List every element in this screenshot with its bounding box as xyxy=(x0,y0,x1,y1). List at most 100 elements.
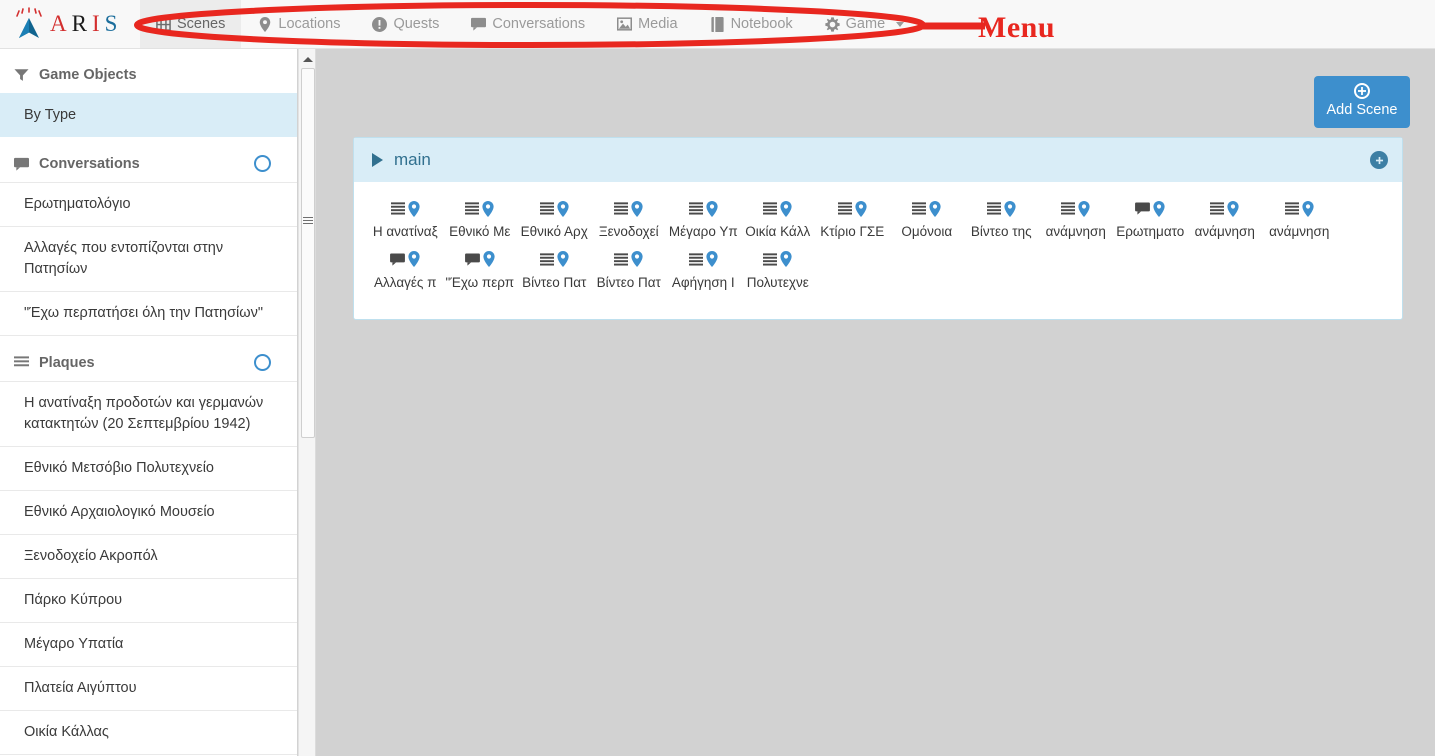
scene-item-label: Εθνικό Με xyxy=(449,224,511,239)
add-scene-item-button[interactable] xyxy=(1370,151,1388,169)
map-pin-icon xyxy=(1078,200,1090,220)
scene-item-label: Κτίριο ΓΣΕ xyxy=(820,224,885,239)
sidebar-heading-label: Plaques xyxy=(39,354,95,371)
map-pin-icon xyxy=(706,200,718,220)
scene-item[interactable]: Αλλαγές π xyxy=(368,245,443,296)
map-pin-icon xyxy=(855,200,867,220)
scene-item-label: Βίντεο Πατ xyxy=(522,274,587,290)
scene-item[interactable]: Πολυτεχνε xyxy=(741,245,816,296)
app-logo[interactable]: ARIS xyxy=(0,0,140,48)
scene-item[interactable]: Οικία Κάλλ xyxy=(741,194,816,245)
scene-item-label: "Έχω περπ xyxy=(445,274,515,290)
plaque-icon xyxy=(1210,202,1225,218)
map-pin-icon xyxy=(631,251,643,270)
menu-item-conversations[interactable]: Conversations xyxy=(455,0,601,48)
scene-item-icons xyxy=(594,251,665,271)
scene-item[interactable]: ανάμνηση xyxy=(1188,194,1263,245)
scene-item[interactable]: Ερωτηματο xyxy=(1113,194,1188,245)
sidebar-item-by-type[interactable]: By Type xyxy=(0,93,297,138)
logo-letter-a: A xyxy=(50,11,72,36)
menu-item-game[interactable]: Game xyxy=(809,0,921,48)
add-conversation-button[interactable] xyxy=(254,155,271,173)
scene-item[interactable]: Εθνικό Αρχ xyxy=(517,194,592,245)
list-item[interactable]: Πλατεία Αιγύπτου xyxy=(0,666,297,710)
list-item[interactable]: Εθνικό Αρχαιολογικό Μουσείο xyxy=(0,490,297,534)
plaque-icon xyxy=(763,202,778,218)
scene-item-icons xyxy=(519,200,590,220)
grip-lines-icon xyxy=(303,217,313,228)
list-item[interactable]: Ξενοδοχείο Ακροπόλ xyxy=(0,534,297,578)
scene-item[interactable]: Η ανατίναξ xyxy=(368,194,443,245)
list-item[interactable]: Ερωτηματολόγιο xyxy=(0,182,297,226)
scene-item-icons xyxy=(743,251,814,271)
scene-items-grid: Η ανατίναξ Εθνικό Με Εθνικό Αρχ Ξενοδοχεί Μέ… xyxy=(354,182,1402,319)
scene-item-label: Ξενοδοχεί xyxy=(598,224,659,239)
plaque-icon xyxy=(614,202,629,218)
compass-arrow-icon xyxy=(12,7,46,41)
scene-item-label: Οικία Κάλλ xyxy=(745,224,811,239)
sidebar-heading-game-objects: Game Objects xyxy=(0,49,297,93)
menu-item-scenes[interactable]: Scenes xyxy=(140,0,242,48)
gear-icon xyxy=(825,16,840,32)
scene-item[interactable]: "Έχω περπ xyxy=(443,245,518,296)
top-navigation-bar: ARIS Scenes Locations Quests Conversatio… xyxy=(0,0,1435,49)
scene-item-label: Μέγαρο Υπ xyxy=(668,224,738,239)
scene-item[interactable]: Βίντεο της xyxy=(964,194,1039,245)
main-canvas: Add Scene main Η ανατίναξ Εθνικό Με Εθνικό… xyxy=(318,49,1435,756)
scene-item-label: Ερωτηματο xyxy=(1116,224,1185,239)
list-item[interactable]: Η ανατίναξη προδοτών και γερμανών κατακτ… xyxy=(0,381,297,446)
list-item[interactable]: "Έχω περπατήσει όλη την Πατησίων" xyxy=(0,291,297,337)
triangle-right-icon[interactable] xyxy=(372,153,383,167)
list-item[interactable]: Μέγαρο Υπατία xyxy=(0,622,297,666)
plaque-icon xyxy=(539,202,554,218)
plaque-icon xyxy=(1284,202,1299,218)
scene-item[interactable]: Κτίριο ΓΣΕ xyxy=(815,194,890,245)
scene-panel-header: main xyxy=(354,138,1402,182)
add-plaque-button[interactable] xyxy=(254,354,271,372)
scene-item-icons xyxy=(668,251,739,271)
scene-item-icons xyxy=(668,200,739,220)
film-icon xyxy=(156,17,171,32)
logo-wordmark: ARIS xyxy=(50,11,122,37)
speech-bubble-icon xyxy=(14,157,31,171)
sidebar-heading-label: Game Objects xyxy=(39,67,137,83)
map-pin-icon xyxy=(780,251,792,270)
filter-icon xyxy=(14,68,31,82)
map-pin-icon xyxy=(557,251,569,270)
list-item[interactable]: Οικία Κάλλας xyxy=(0,710,297,754)
logo-letter-r: R xyxy=(71,11,92,36)
scene-item[interactable]: Μέγαρο Υπ xyxy=(666,194,741,245)
map-pin-icon xyxy=(408,200,420,220)
scene-item-icons xyxy=(445,200,516,220)
scene-item[interactable]: ανάμνηση xyxy=(1262,194,1337,245)
list-item[interactable]: Εθνικό Μετσόβιο Πολυτεχνείο xyxy=(0,446,297,490)
scene-item[interactable]: Βίντεο Πατ xyxy=(517,245,592,296)
list-item[interactable]: Αλλαγές που εντοπίζονται στην Πατησίων xyxy=(0,226,297,291)
map-pin-icon xyxy=(1153,200,1165,220)
add-scene-button[interactable]: Add Scene xyxy=(1314,76,1410,129)
sidebar-scrollbar[interactable] xyxy=(298,49,316,756)
scene-panel-main: main Η ανατίναξ Εθνικό Με Εθνικό Αρχ Ξενοδο… xyxy=(353,137,1403,321)
scene-item[interactable]: ανάμνηση xyxy=(1039,194,1114,245)
scene-item-icons xyxy=(1041,200,1112,220)
scene-item[interactable]: Βίντεο Πατ xyxy=(592,245,667,296)
book-icon xyxy=(710,16,725,32)
scene-item[interactable]: Αφήγηση Ι xyxy=(666,245,741,296)
scrollbar-thumb[interactable] xyxy=(301,68,315,438)
menu-label-quests: Quests xyxy=(393,16,440,32)
scene-item[interactable]: Εθνικό Με xyxy=(443,194,518,245)
plaque-icon xyxy=(986,202,1001,218)
list-item[interactable]: Πάρκο Κύπρου xyxy=(0,578,297,622)
map-pin-icon xyxy=(1227,200,1239,220)
menu-item-media[interactable]: Media xyxy=(601,0,694,48)
scene-item[interactable]: Ξενοδοχεί xyxy=(592,194,667,245)
menu-item-notebook[interactable]: Notebook xyxy=(694,0,809,48)
plaque-icon xyxy=(837,202,852,218)
menu-item-quests[interactable]: Quests xyxy=(356,0,455,48)
scene-item-label: Η ανατίναξ xyxy=(372,224,438,239)
scene-item[interactable]: Ομόνοια xyxy=(890,194,965,245)
sidebar-section-plaques: Plaques Η ανατίναξη προδοτών και γερμανώ… xyxy=(0,336,297,756)
map-pin-icon xyxy=(482,200,494,220)
triangle-up-icon[interactable] xyxy=(299,51,317,67)
menu-item-locations[interactable]: Locations xyxy=(241,0,356,48)
